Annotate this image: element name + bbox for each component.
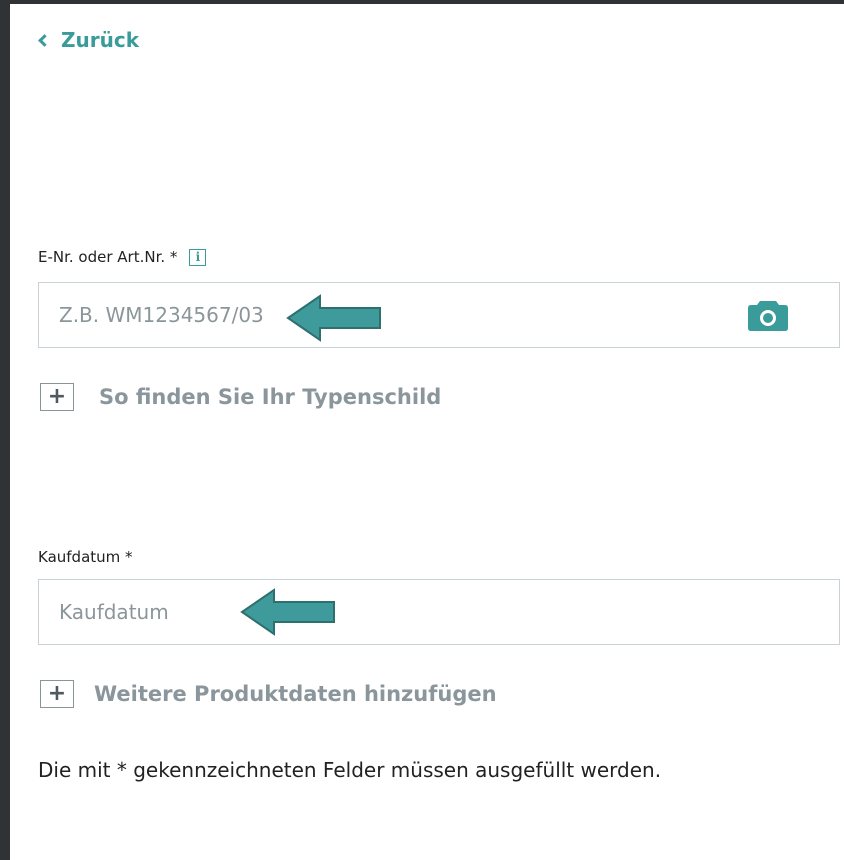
article-number-input[interactable] — [39, 283, 839, 347]
back-label: Zurück — [61, 28, 139, 52]
article-number-field — [38, 282, 840, 348]
article-number-label: E-Nr. oder Art.Nr. * i — [38, 248, 207, 266]
plus-icon: + — [40, 680, 74, 708]
chevron-left-icon — [38, 34, 51, 47]
purchase-date-field — [38, 579, 840, 645]
arrow-left-icon — [286, 294, 381, 342]
article-number-label-text: E-Nr. oder Art.Nr. * — [38, 248, 178, 266]
purchase-date-label-text: Kaufdatum * — [38, 548, 133, 566]
typenschild-label: So finden Sie Ihr Typenschild — [99, 385, 442, 409]
back-link[interactable]: Zurück — [38, 28, 139, 52]
more-product-data-expander[interactable]: + Weitere Produktdaten hinzufügen — [40, 680, 497, 708]
plus-icon: + — [40, 383, 74, 411]
form-panel: Zurück E-Nr. oder Art.Nr. * i + So finde… — [10, 4, 844, 860]
more-product-data-label: Weitere Produktdaten hinzufügen — [94, 682, 497, 706]
arrow-left-icon — [240, 588, 335, 636]
purchase-date-input[interactable] — [39, 580, 839, 644]
purchase-date-label: Kaufdatum * — [38, 548, 133, 566]
info-icon[interactable]: i — [189, 248, 207, 266]
required-fields-note: Die mit * gekennzeichneten Felder müssen… — [38, 758, 662, 782]
typenschild-expander[interactable]: + So finden Sie Ihr Typenschild — [40, 383, 441, 411]
camera-icon[interactable] — [747, 298, 789, 332]
